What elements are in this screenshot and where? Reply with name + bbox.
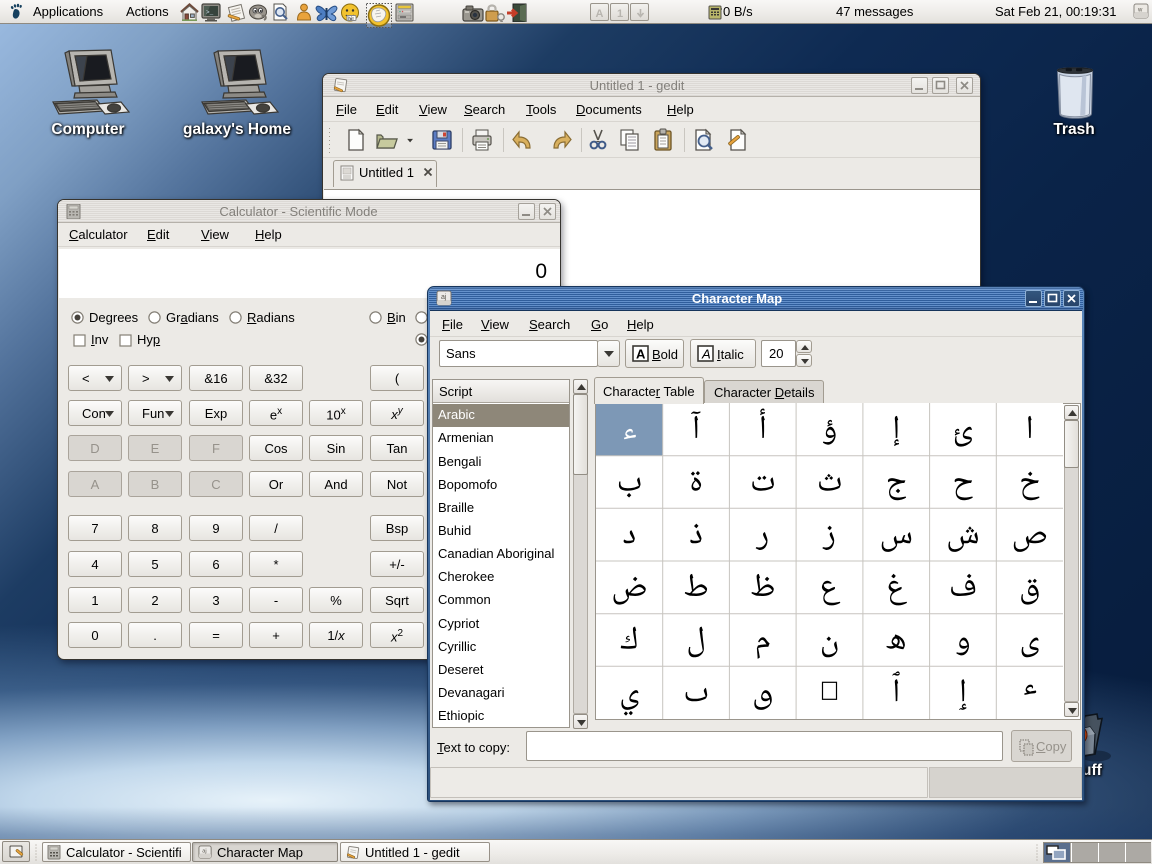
svg-text:aj: aj xyxy=(441,294,447,301)
svg-text:A: A xyxy=(596,8,604,20)
svg-text:A: A xyxy=(701,347,711,362)
svg-text:1: 1 xyxy=(617,8,623,20)
svg-text:w: w xyxy=(1137,8,1143,14)
svg-text:aj: aj xyxy=(202,849,206,855)
svg-text:A: A xyxy=(636,347,646,362)
svg-text:>_: >_ xyxy=(206,9,214,16)
svg-text:hi!: hi! xyxy=(348,16,354,21)
